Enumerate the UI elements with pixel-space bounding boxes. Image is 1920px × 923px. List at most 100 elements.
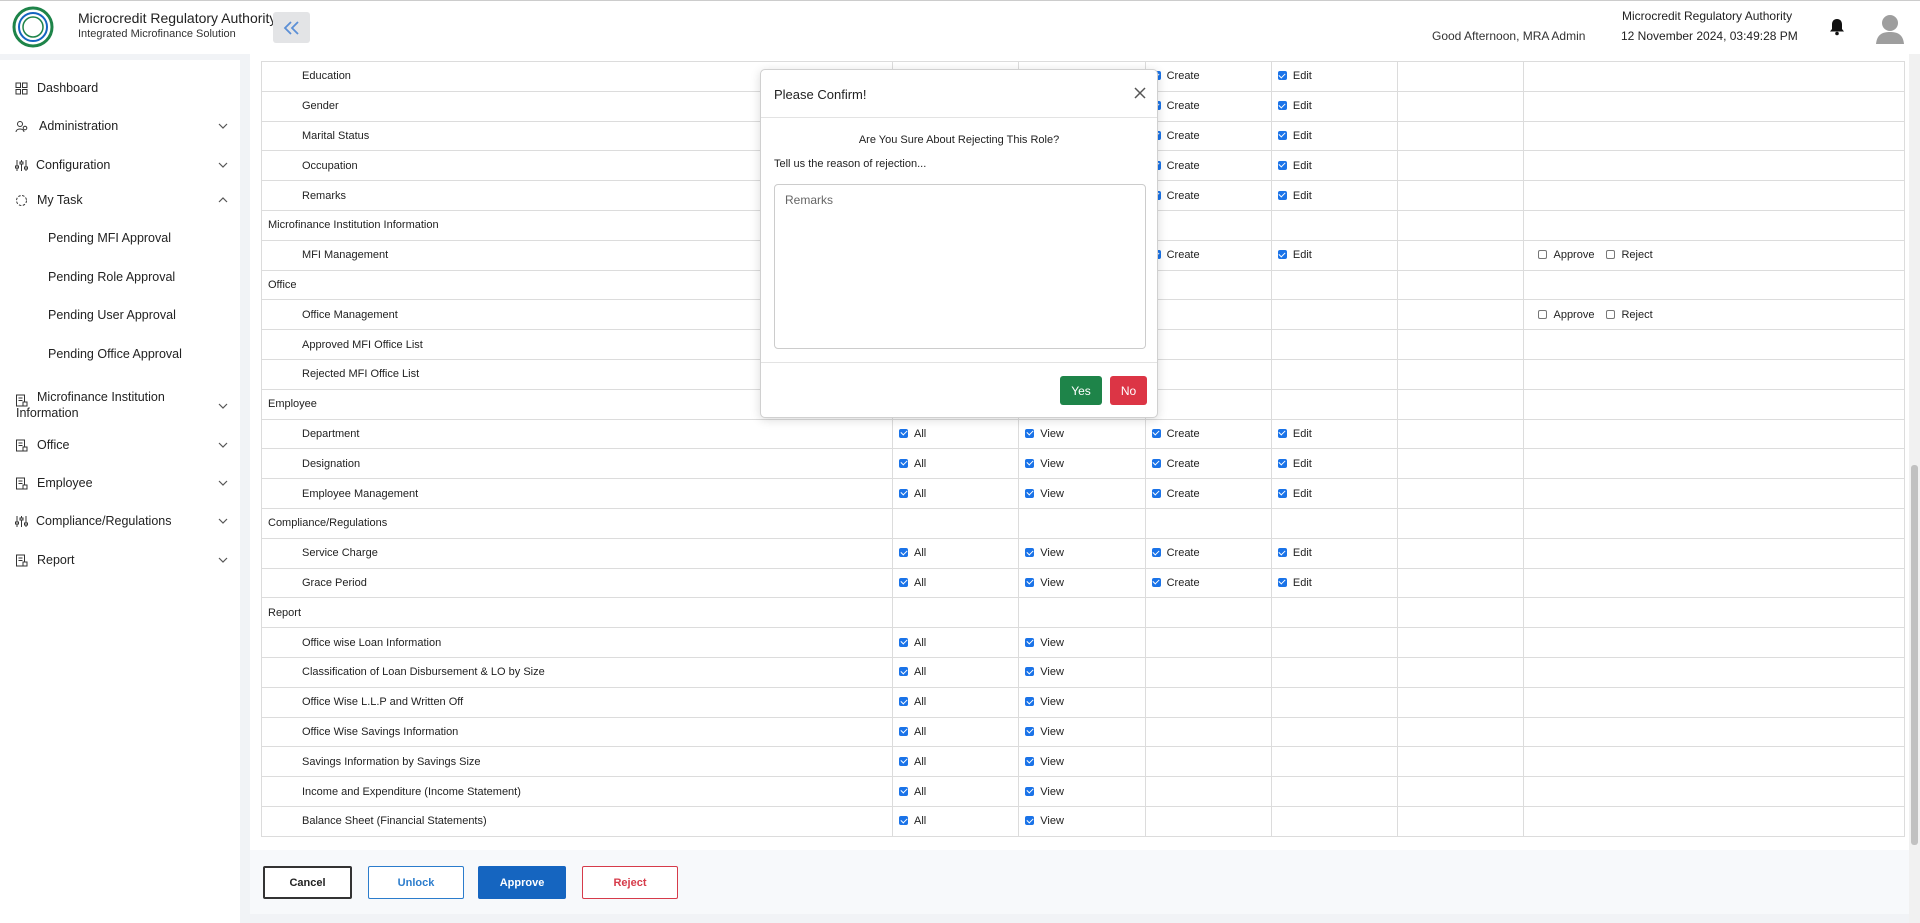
all-checkbox[interactable] <box>899 428 908 438</box>
all-checkbox[interactable] <box>899 667 908 677</box>
create-label: Create <box>1166 189 1200 202</box>
sidebar-item-dashboard[interactable]: Dashboard <box>0 78 240 98</box>
view-checkbox[interactable] <box>1025 637 1035 647</box>
view-checkbox[interactable] <box>1025 726 1035 736</box>
all-checkbox[interactable] <box>899 458 908 468</box>
edit-cell <box>1270 627 1399 658</box>
employee-icon <box>16 477 28 489</box>
view-cell: View <box>1018 716 1146 748</box>
sidebar-item-employee[interactable]: Employee <box>0 473 240 493</box>
sidebar-item-label: My Task <box>37 193 83 207</box>
view-checkbox[interactable] <box>1025 786 1035 796</box>
bell-icon[interactable] <box>1829 18 1845 36</box>
create-checkbox[interactable] <box>1151 488 1161 498</box>
view-checkbox[interactable] <box>1025 577 1035 587</box>
create-checkbox[interactable] <box>1151 428 1161 438</box>
edit-checkbox[interactable] <box>1277 428 1287 438</box>
all-checkbox[interactable] <box>899 697 908 707</box>
all-checkbox[interactable] <box>899 488 908 498</box>
reject-button[interactable]: Reject <box>582 866 678 899</box>
no-button[interactable]: No <box>1110 376 1147 405</box>
sidebar-item-compliance[interactable]: Compliance/Regulations <box>0 511 240 531</box>
all-checkbox[interactable] <box>899 816 908 826</box>
edit-checkbox[interactable] <box>1277 101 1287 111</box>
edit-checkbox[interactable] <box>1277 488 1287 498</box>
cancel-button[interactable]: Cancel <box>263 866 352 899</box>
view-cell: View <box>1018 418 1146 450</box>
permission-name: Designation <box>261 448 893 480</box>
all-checkbox[interactable] <box>899 786 908 796</box>
view-checkbox[interactable] <box>1025 428 1035 438</box>
sidebar-item-mfi-information[interactable]: Microfinance Institution Information <box>0 390 240 422</box>
edit-checkbox[interactable] <box>1277 130 1287 140</box>
all-cell: All <box>891 627 1020 658</box>
user-avatar-icon[interactable] <box>1875 13 1905 45</box>
edit-checkbox[interactable] <box>1277 71 1287 81</box>
permission-name: Balance Sheet (Financial Statements) <box>261 805 893 837</box>
scrollbar-thumb[interactable] <box>1911 465 1918 845</box>
approve-checkbox[interactable] <box>1538 250 1548 260</box>
all-checkbox[interactable] <box>899 577 908 587</box>
all-checkbox[interactable] <box>899 726 908 736</box>
unlock-button[interactable]: Unlock <box>368 866 464 899</box>
reject-label: Reject <box>1621 308 1653 321</box>
view-checkbox[interactable] <box>1025 816 1035 826</box>
view-checkbox[interactable] <box>1025 458 1035 468</box>
extra-cell <box>1397 388 1525 420</box>
remarks-textarea[interactable] <box>774 184 1146 349</box>
approval-cell <box>1523 209 1906 241</box>
view-checkbox[interactable] <box>1025 488 1035 498</box>
create-checkbox[interactable] <box>1151 577 1161 587</box>
sidebar-subitem-pending-role-approval[interactable]: Pending Role Approval <box>48 270 175 284</box>
sidebar-item-configuration[interactable]: Configuration <box>0 155 240 175</box>
edit-label: Edit <box>1292 487 1312 500</box>
sidebar-item-report[interactable]: Report <box>0 550 240 570</box>
edit-checkbox[interactable] <box>1277 160 1287 170</box>
edit-checkbox[interactable] <box>1277 458 1287 468</box>
table-row: Savings Information by Savings Size All Vi… <box>261 746 1906 778</box>
all-checkbox[interactable] <box>899 637 908 647</box>
view-checkbox[interactable] <box>1025 548 1035 558</box>
approval-cell <box>1523 120 1906 152</box>
edit-checkbox[interactable] <box>1277 250 1287 260</box>
edit-checkbox[interactable] <box>1277 190 1287 200</box>
view-label: View <box>1040 547 1064 560</box>
sidebar-item-office[interactable]: Office <box>0 435 240 455</box>
reject-checkbox[interactable] <box>1606 309 1616 319</box>
sidebar-item-my-task[interactable]: My Task <box>0 190 240 210</box>
view-label: View <box>1040 696 1064 709</box>
all-checkbox[interactable] <box>899 548 908 558</box>
all-cell: All <box>891 716 1020 748</box>
edit-cell <box>1270 746 1399 778</box>
yes-button[interactable]: Yes <box>1060 376 1102 405</box>
edit-cell: Edit <box>1270 478 1399 509</box>
approve-button[interactable]: Approve <box>478 866 566 899</box>
all-cell: All <box>891 418 1020 450</box>
edit-cell: Edit <box>1270 239 1399 271</box>
collapse-sidebar-button[interactable] <box>273 12 310 43</box>
all-checkbox[interactable] <box>899 756 908 766</box>
reject-checkbox[interactable] <box>1606 250 1616 260</box>
sidebar-item-label: Office <box>37 438 70 452</box>
all-cell <box>891 507 1020 539</box>
current-datetime: 12 November 2024, 03:49:28 PM <box>1621 29 1798 43</box>
approval-cell <box>1523 537 1906 569</box>
create-checkbox[interactable] <box>1151 458 1161 468</box>
extra-cell <box>1397 716 1525 748</box>
view-checkbox[interactable] <box>1025 756 1035 766</box>
view-cell: View <box>1018 448 1146 480</box>
all-cell: All <box>891 776 1020 807</box>
edit-checkbox[interactable] <box>1277 577 1287 587</box>
approve-checkbox[interactable] <box>1538 309 1548 319</box>
sidebar-subitem-pending-office-approval[interactable]: Pending Office Approval <box>48 347 182 361</box>
sidebar-subitem-pending-mfi-approval[interactable]: Pending MFI Approval <box>48 231 171 245</box>
close-icon[interactable] <box>1132 85 1148 101</box>
sidebar-subitem-pending-user-approval[interactable]: Pending User Approval <box>48 308 176 322</box>
sidebar-item-administration[interactable]: Administration <box>0 116 240 136</box>
view-checkbox[interactable] <box>1025 667 1035 677</box>
approval-cell <box>1523 716 1906 748</box>
edit-checkbox[interactable] <box>1277 548 1287 558</box>
table-row: Designation All View Create Edit <box>261 448 1906 480</box>
create-checkbox[interactable] <box>1151 548 1161 558</box>
view-checkbox[interactable] <box>1025 697 1035 707</box>
